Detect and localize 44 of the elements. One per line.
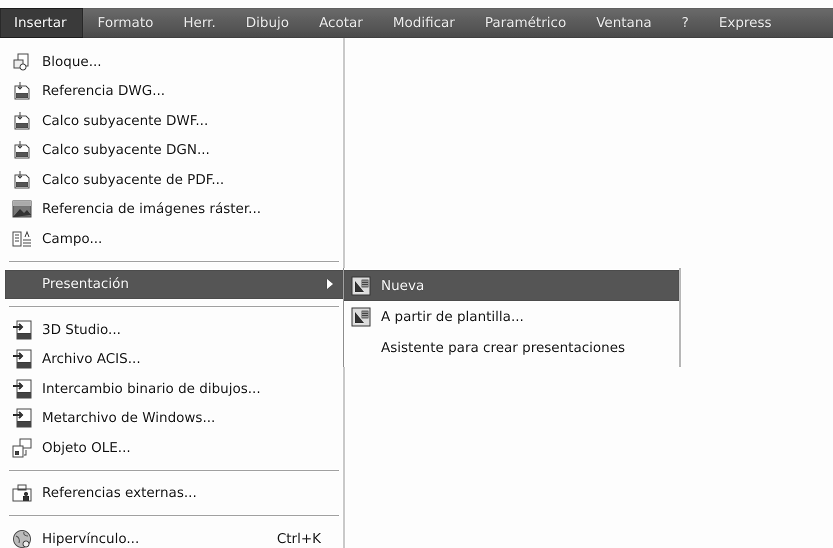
- submenu-arrow-icon: [327, 279, 333, 290]
- menu-item[interactable]: Hipervínculo... Ctrl+K: [5, 524, 343, 548]
- menu-item[interactable]: Campo...: [5, 224, 343, 254]
- field-icon: [12, 228, 32, 249]
- import-icon: [12, 320, 32, 340]
- menu-bar-item[interactable]: Modificar: [380, 8, 470, 38]
- menu-item[interactable]: Archivo ACIS...: [5, 344, 343, 374]
- menu-item[interactable]: Intercambio binario de dibujos...: [5, 374, 343, 404]
- menu-bar-item[interactable]: Dibujo: [232, 8, 304, 38]
- menu-item[interactable]: A partir de plantilla...: [344, 301, 679, 332]
- globe-icon: [12, 528, 32, 548]
- layout-icon: [351, 276, 371, 296]
- menu-item[interactable]: Presentación: [5, 270, 343, 299]
- menu-bar-item[interactable]: Express: [706, 8, 787, 38]
- menu-item[interactable]: Bloque...: [5, 47, 343, 76]
- ole-object-icon: [12, 438, 32, 458]
- file-icon: [12, 140, 32, 160]
- file-icon: [12, 110, 32, 131]
- menu-item[interactable]: Referencia de imágenes ráster...: [5, 194, 343, 224]
- import-icon: [12, 378, 32, 399]
- file-icon: [12, 81, 32, 102]
- menu-bar-item[interactable]: ?: [668, 8, 704, 38]
- import-icon: [12, 408, 32, 428]
- menu-item[interactable]: Asistente para crear presentaciones: [344, 332, 679, 363]
- menu-bar-item[interactable]: Acotar: [306, 8, 378, 38]
- menu-item[interactable]: Referencias externas...: [5, 478, 343, 508]
- menu-item[interactable]: Calco subyacente DWF...: [5, 106, 343, 136]
- menu-item[interactable]: Nueva: [344, 270, 679, 301]
- import-icon: [12, 349, 32, 370]
- menu-item[interactable]: Calco subyacente de PDF...: [5, 165, 343, 194]
- menu-bar-item[interactable]: Insertar: [0, 8, 83, 38]
- menu-item[interactable]: Metarchivo de Windows...: [5, 404, 343, 433]
- menu-item[interactable]: Calco subyacente DGN...: [5, 136, 343, 165]
- menu-bar-item[interactable]: Paramétrico: [472, 8, 582, 38]
- menu-item[interactable]: Objeto OLE...: [5, 433, 343, 462]
- menu-item[interactable]: Referencia DWG...: [5, 76, 343, 106]
- layout-icon: [351, 306, 371, 326]
- menu-item[interactable]: 3D Studio...: [5, 315, 343, 344]
- menu-bar-item[interactable]: Ventana: [583, 8, 667, 38]
- image-icon: [12, 199, 32, 220]
- menu-bar-item[interactable]: Herr.: [170, 8, 231, 38]
- file-icon: [12, 170, 32, 190]
- folder-icon: [12, 483, 32, 504]
- menu-bar-item[interactable]: Formato: [84, 8, 168, 38]
